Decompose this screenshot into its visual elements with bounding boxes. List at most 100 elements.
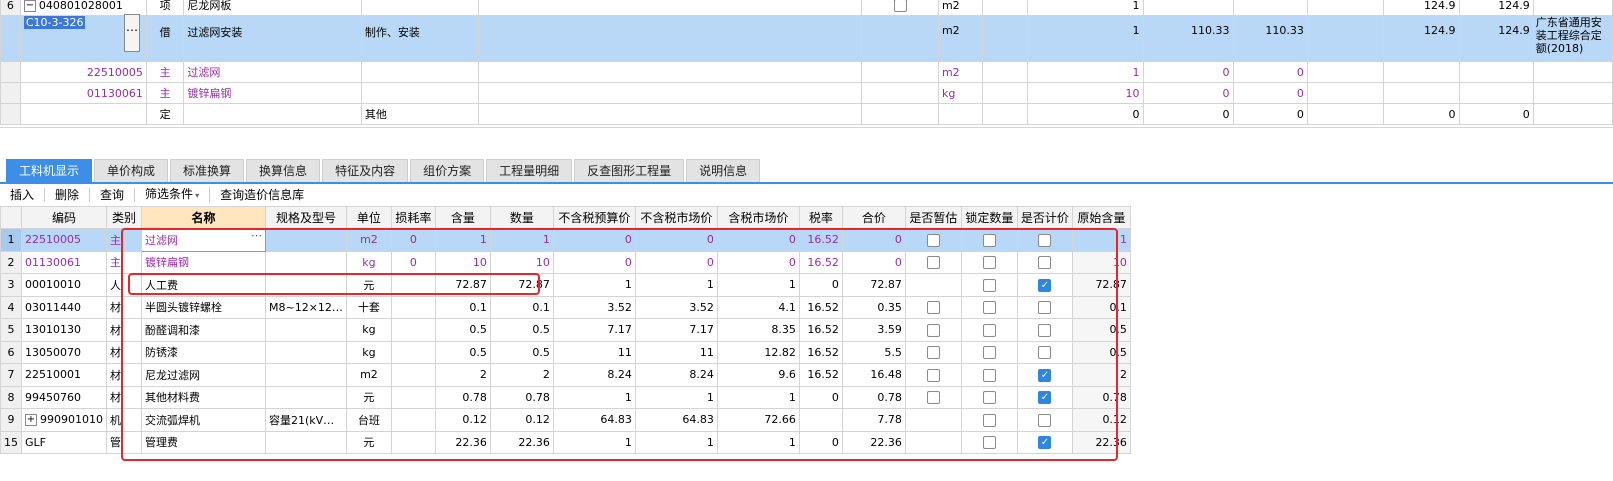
lock-quantity-checkbox[interactable] xyxy=(982,301,996,314)
unit-cell[interactable]: 十套 xyxy=(345,295,392,319)
quota-row[interactable]: 01130061 主镀锌扁钢 kg 10 0 0 xyxy=(0,82,1613,104)
quantity-cell[interactable]: 0.12 xyxy=(489,408,554,432)
content-cell[interactable]: 22.36 xyxy=(434,430,491,454)
tab-1[interactable]: 单价构成 xyxy=(94,159,169,182)
category-cell[interactable]: 材 xyxy=(106,385,142,409)
grid-row[interactable]: 6 13050070 材防锈漆 kg 0.5 0.5 11 11 12.82 16.52 5.5 0.… xyxy=(0,340,1131,364)
quantity-cell[interactable]: 1 xyxy=(1026,0,1144,16)
unit-cell[interactable]: 元 xyxy=(345,273,392,297)
estimate-checkbox-cell[interactable] xyxy=(904,250,962,274)
lock-quantity-checkbox-cell[interactable] xyxy=(960,228,1018,252)
budget-price-cell[interactable]: 11 xyxy=(552,340,636,364)
unit-cell[interactable]: 台班 xyxy=(345,408,392,432)
tax-market-price-cell[interactable]: 0 xyxy=(716,250,800,274)
unit-cell[interactable]: m2 xyxy=(937,0,983,16)
estimate-checkbox[interactable] xyxy=(926,301,940,314)
quota-row[interactable]: 定其他 0 0 0 0 0 xyxy=(0,103,1613,125)
category-cell[interactable]: 材 xyxy=(106,340,142,364)
checkbox[interactable] xyxy=(893,0,907,12)
code-cell[interactable] xyxy=(19,103,147,125)
column-header[interactable]: 类别 xyxy=(106,206,142,229)
price-count-checkbox-cell[interactable]: ✓ xyxy=(1016,273,1073,297)
spec-cell[interactable] xyxy=(477,0,863,16)
tab-8[interactable]: 说明信息 xyxy=(686,159,761,182)
price-count-checkbox[interactable]: ✓ xyxy=(1038,391,1052,404)
budget-price-cell[interactable]: 64.83 xyxy=(552,408,636,432)
name-cell[interactable]: 镀锌扁钢 xyxy=(141,250,266,274)
quantity-cell[interactable]: 1 xyxy=(1026,15,1144,62)
budget-price-cell[interactable]: 7.17 xyxy=(552,318,636,342)
tax-market-price-cell[interactable]: 8.35 xyxy=(716,318,800,342)
category-cell[interactable]: 材 xyxy=(106,295,142,319)
tab-5[interactable]: 组价方案 xyxy=(410,159,485,182)
collapse-icon[interactable]: − xyxy=(23,0,36,12)
column-header[interactable]: 是否计价 xyxy=(1016,206,1073,229)
row-number[interactable]: 8 xyxy=(0,385,22,409)
more-icon[interactable]: ⋯ xyxy=(251,229,262,242)
tax-rate-cell[interactable]: 16.52 xyxy=(798,318,843,342)
price-count-checkbox-cell[interactable] xyxy=(1016,340,1073,364)
name-cell[interactable]: 过滤网 xyxy=(183,61,362,83)
spec-cell[interactable] xyxy=(265,340,347,364)
grid-row[interactable]: 1 22510005 主过滤网 ⋯ m2 0 1 1 0 0 0 16.52 0 1 xyxy=(0,228,1131,252)
code-cell[interactable]: 13010130 xyxy=(21,318,107,342)
price-count-checkbox[interactable]: ✓ xyxy=(1038,278,1052,292)
quantity-cell[interactable]: 2 xyxy=(489,363,554,387)
estimate-checkbox-cell[interactable] xyxy=(904,295,962,319)
lock-quantity-checkbox[interactable] xyxy=(982,323,996,337)
content-cell[interactable]: 1 xyxy=(434,228,491,252)
lock-quantity-checkbox-cell[interactable] xyxy=(960,340,1018,364)
code-cell[interactable]: 00010010 xyxy=(21,273,107,297)
price-count-checkbox[interactable] xyxy=(1038,346,1052,359)
lock-quantity-checkbox-cell[interactable] xyxy=(960,385,1018,409)
tax-rate-cell[interactable] xyxy=(798,408,843,432)
price-count-checkbox[interactable] xyxy=(1038,233,1052,247)
column-header[interactable]: 单位 xyxy=(345,206,392,229)
unit-cell[interactable]: kg xyxy=(937,82,983,104)
work-cell[interactable] xyxy=(360,82,479,104)
row-number[interactable]: 1 xyxy=(0,228,22,252)
budget-price-cell[interactable]: 0 xyxy=(552,228,636,252)
lock-quantity-checkbox-cell[interactable] xyxy=(960,250,1018,274)
spec-cell[interactable] xyxy=(265,430,347,454)
tax-market-price-cell[interactable]: 1 xyxy=(716,273,800,297)
tab-4[interactable]: 特征及内容 xyxy=(322,159,409,182)
spec-cell[interactable] xyxy=(477,103,863,125)
lock-quantity-checkbox[interactable] xyxy=(982,233,996,247)
row-number[interactable]: 9 xyxy=(0,408,22,432)
lock-quantity-checkbox-cell[interactable] xyxy=(960,318,1018,342)
price-count-checkbox[interactable] xyxy=(1038,301,1052,314)
lock-quantity-checkbox[interactable] xyxy=(982,346,996,359)
lock-quantity-checkbox[interactable] xyxy=(982,391,996,404)
column-header[interactable]: 税率 xyxy=(798,206,843,229)
market-price-cell[interactable]: 3.52 xyxy=(634,295,718,319)
column-header[interactable]: 合价 xyxy=(841,206,906,229)
name-cell[interactable]: 半圆头镀锌螺栓 xyxy=(141,295,266,319)
estimate-checkbox-cell[interactable] xyxy=(904,363,962,387)
tax-rate-cell[interactable]: 16.52 xyxy=(798,295,843,319)
price-count-checkbox-cell[interactable]: ✓ xyxy=(1016,430,1073,454)
unit-cell[interactable]: 元 xyxy=(345,385,392,409)
lock-quantity-checkbox[interactable] xyxy=(982,278,996,292)
market-price-cell[interactable]: 8.24 xyxy=(634,363,718,387)
content-cell[interactable]: 0.1 xyxy=(434,295,491,319)
unit-cell[interactable]: kg xyxy=(345,250,392,274)
lock-quantity-checkbox[interactable] xyxy=(982,368,996,382)
spec-cell[interactable] xyxy=(265,228,347,252)
column-header[interactable]: 名称 xyxy=(141,206,266,229)
quota-row[interactable]: 22510005 主过滤网 m2 1 0 0 xyxy=(0,61,1613,83)
estimate-checkbox-cell[interactable] xyxy=(904,408,962,432)
tab-0[interactable]: 工料机显示 xyxy=(6,159,93,182)
price-count-checkbox-cell[interactable] xyxy=(1016,295,1073,319)
estimate-checkbox-cell[interactable] xyxy=(904,385,962,409)
expand-icon[interactable]: + xyxy=(25,414,37,427)
unit-cell[interactable]: 元 xyxy=(345,430,392,454)
name-cell[interactable]: 镀锌扁钢 xyxy=(183,82,362,104)
name-cell[interactable]: 防锈漆 xyxy=(141,340,266,364)
tax-rate-cell[interactable]: 16.52 xyxy=(798,250,843,274)
estimate-checkbox-cell[interactable] xyxy=(904,318,962,342)
code-cell[interactable]: 01130061 xyxy=(19,82,147,104)
work-cell[interactable] xyxy=(360,61,479,83)
name-cell[interactable]: 过滤网安装 xyxy=(183,15,362,62)
quantity-cell[interactable]: 0.1 xyxy=(489,295,554,319)
